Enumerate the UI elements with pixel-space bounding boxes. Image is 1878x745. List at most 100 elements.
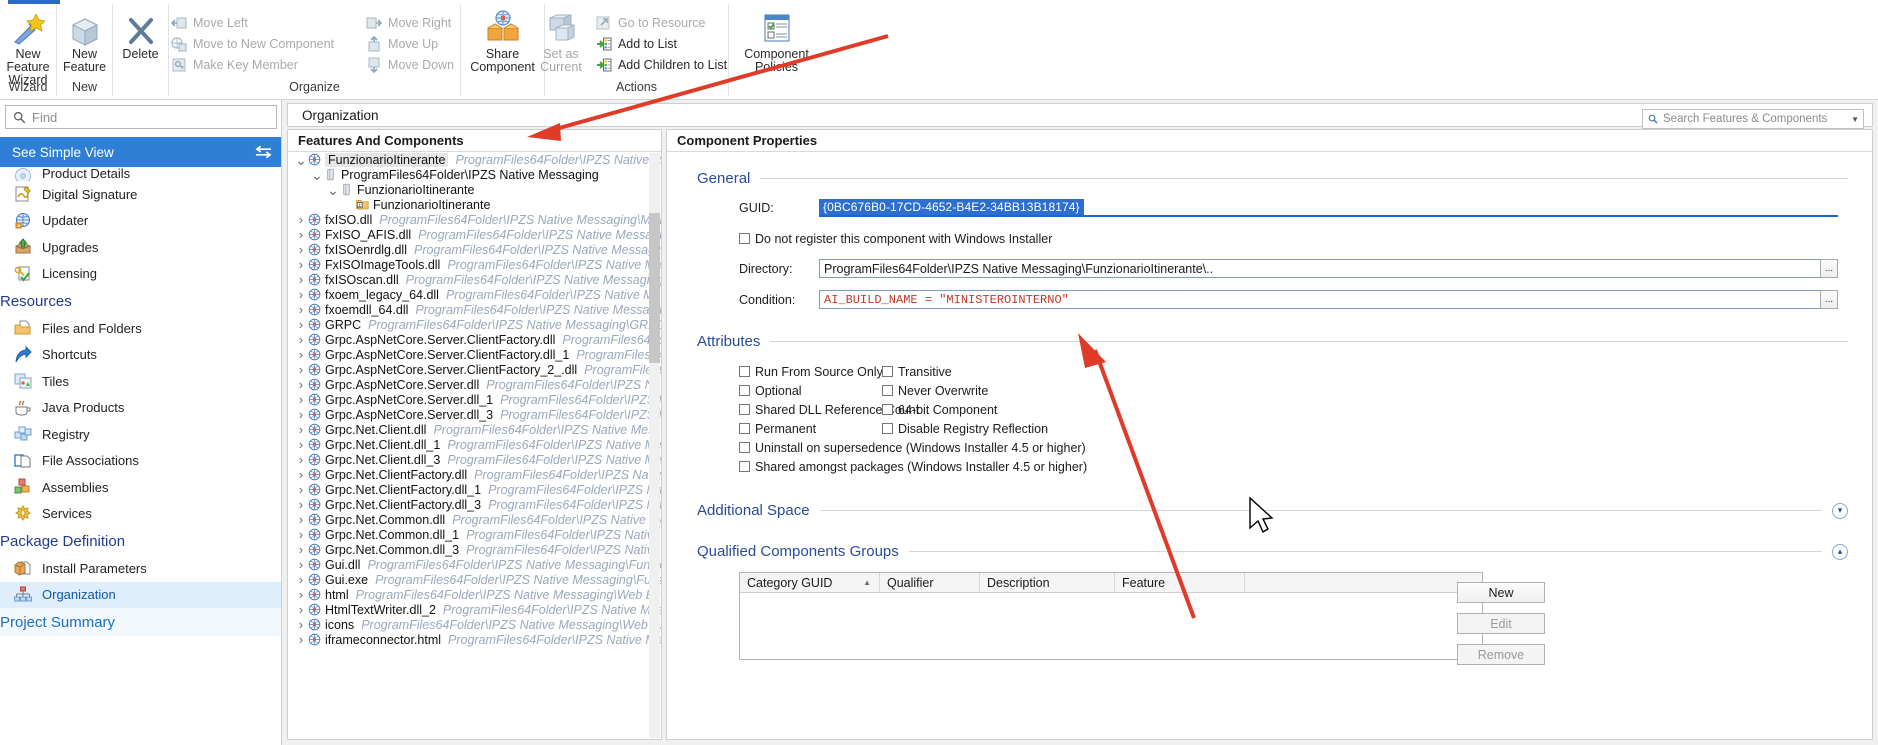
new-button[interactable]: New [1457, 582, 1545, 603]
chevron-right-icon[interactable]: › [294, 542, 308, 557]
tree-row[interactable]: › GRPC ProgramFiles64Folder\IPZS Native Me… [288, 317, 661, 332]
checkbox[interactable] [739, 404, 750, 415]
chevron-right-icon[interactable]: › [294, 377, 308, 392]
qualified-components-table[interactable]: Category GUID ▲ Qualifier Description Featur… [739, 572, 1483, 660]
sidebar-item-registry[interactable]: Registry [0, 421, 281, 448]
chevron-right-icon[interactable]: › [294, 632, 308, 647]
sidebar-item-tiles[interactable]: Tiles [0, 368, 281, 395]
tree-row[interactable]: › Grpc.Net.Common.dll ProgramFiles64Folder… [288, 512, 661, 527]
tree-row[interactable]: › Grpc.AspNetCore.Server.dll_3 ProgramFile… [288, 407, 661, 422]
sidebar-item-install-parameters[interactable]: Install Parameters [0, 555, 281, 582]
attribute-checkbox-row[interactable]: Never Overwrite [882, 381, 1182, 400]
additional-space-section-header[interactable]: Additional Space ▾ [697, 502, 1848, 519]
tree-row[interactable]: › HtmlTextWriter.dll_2 ProgramFiles64Folde… [288, 602, 661, 617]
sidebar-item-file-associations[interactable]: File Associations [0, 448, 281, 475]
chevron-right-icon[interactable]: › [294, 332, 308, 347]
tree-row[interactable]: › fxISOscan.dll ProgramFiles64Folder\IPZS … [288, 272, 661, 287]
table-column-header[interactable]: Feature [1115, 573, 1245, 592]
chevron-right-icon[interactable]: › [294, 452, 308, 467]
tree-row[interactable]: › Grpc.AspNetCore.Server.dll_1 ProgramFile… [288, 392, 661, 407]
directory-input[interactable]: ProgramFiles64Folder\IPZS Native Messagi… [819, 259, 1838, 278]
tree-row[interactable]: › Grpc.Net.Client.dll_1 ProgramFiles64Fold… [288, 437, 661, 452]
new-feature-button[interactable]: New Feature [60, 8, 110, 74]
attribute-checkbox-row[interactable]: Transitive [882, 362, 1182, 381]
go-to-resource-button[interactable]: Go to Resource [596, 14, 733, 32]
qualified-components-section-header[interactable]: Qualified Components Groups ▴ [697, 543, 1848, 560]
tree-row[interactable]: › icons ProgramFiles64Folder\IPZS Native M… [288, 617, 661, 632]
new-feature-wizard-button[interactable]: New Feature Wizard [3, 8, 53, 87]
tree-scrollbar[interactable] [649, 153, 660, 738]
checkbox[interactable] [739, 423, 750, 434]
tree-row[interactable]: › Gui.exe ProgramFiles64Folder\IPZS Native… [288, 572, 661, 587]
sidebar-item-assemblies[interactable]: Assemblies [0, 474, 281, 501]
chevron-right-icon[interactable]: › [294, 572, 308, 587]
find-input[interactable]: Find [5, 105, 277, 129]
tree-row[interactable]: › fxISO.dll ProgramFiles64Folder\IPZS Nati… [288, 212, 661, 227]
sidebar-item-files-and-folders[interactable]: Files and Folders [0, 315, 281, 342]
tree-row[interactable]: › html ProgramFiles64Folder\IPZS Native Me… [288, 587, 661, 602]
sidebar-item-java-products[interactable]: Java Products [0, 395, 281, 422]
condition-browse-button[interactable]: ... [1820, 290, 1838, 309]
tree-row[interactable]: › iframeconnector.html ProgramFiles64Folde… [288, 632, 661, 647]
sidebar-item-upgrades[interactable]: Upgrades [0, 234, 281, 261]
chevron-down-icon[interactable]: ▼ [1851, 115, 1859, 124]
attribute-checkbox-row[interactable]: Shared DLL Reference Count [739, 400, 919, 419]
move-down-button[interactable]: Move Down [366, 56, 460, 74]
tree-row[interactable]: › Gui.dll ProgramFiles64Folder\IPZS Native… [288, 557, 661, 572]
chevron-right-icon[interactable]: › [294, 242, 308, 257]
do-not-register-row[interactable]: Do not register this component with Wind… [739, 229, 1838, 248]
checkbox[interactable] [739, 385, 750, 396]
chevron-right-icon[interactable]: › [294, 212, 308, 227]
additional-space-expand-icon[interactable]: ▾ [1832, 502, 1848, 519]
chevron-right-icon[interactable]: › [294, 347, 308, 362]
tree-row[interactable]: › Grpc.Net.Common.dll_3 ProgramFiles64Fold… [288, 542, 661, 557]
sidebar-item-shortcuts[interactable]: Shortcuts [0, 342, 281, 369]
tree-row[interactable]: › FxISO_AFIS.dll ProgramFiles64Folder\IPZS… [288, 227, 661, 242]
attribute-checkbox-row[interactable]: Optional [739, 381, 882, 400]
checkbox[interactable] [882, 423, 893, 434]
component-policies-button[interactable]: Component Policies [734, 8, 820, 74]
qualified-components-collapse-icon[interactable]: ▴ [1832, 543, 1848, 560]
chevron-right-icon[interactable]: › [294, 407, 308, 422]
chevron-right-icon[interactable]: › [294, 617, 308, 632]
attribute-checkbox-row[interactable]: Disable Registry Reflection [882, 419, 1182, 438]
checkbox[interactable] [739, 442, 750, 453]
make-key-member-button[interactable]: Make Key Member [171, 56, 340, 74]
chevron-down-icon[interactable]: ⌄ [310, 168, 324, 182]
chevron-right-icon[interactable]: › [294, 527, 308, 542]
see-simple-view-button[interactable]: See Simple View [0, 137, 281, 167]
tree-row[interactable]: › Grpc.Net.Client.dll ProgramFiles64Folder… [288, 422, 661, 437]
add-children-to-list-button[interactable]: Add Children to List [596, 56, 733, 74]
add-to-list-button[interactable]: Add to List [596, 35, 733, 53]
attribute-checkbox-row[interactable]: Permanent [739, 419, 882, 438]
tree-row[interactable]: › Grpc.Net.ClientFactory.dll ProgramFiles6… [288, 467, 661, 482]
checkbox[interactable] [739, 461, 750, 472]
chevron-right-icon[interactable]: › [294, 287, 308, 302]
tree-row[interactable]: ⌄ FunzionarioItinerante ProgramFiles64Fold… [288, 152, 661, 167]
sidebar-item-updater[interactable]: Updater [0, 208, 281, 235]
set-as-current-button[interactable]: Set as Current [536, 8, 586, 74]
chevron-right-icon[interactable]: › [294, 587, 308, 602]
chevron-right-icon[interactable]: › [294, 497, 308, 512]
checkbox[interactable] [882, 404, 893, 415]
condition-input[interactable]: AI_BUILD_NAME = "MINISTEROINTERNO" ... [819, 290, 1838, 309]
remove-button[interactable]: Remove [1457, 644, 1545, 665]
tree-row[interactable]: › fxoem_legacy_64.dll ProgramFiles64Folder… [288, 287, 661, 302]
tree-row[interactable]: ⌄ FunzionarioItinerante [288, 182, 661, 197]
sidebar-item-project-summary[interactable]: Project Summary [0, 608, 281, 636]
move-up-button[interactable]: Move Up [366, 35, 460, 53]
chevron-right-icon[interactable]: › [294, 602, 308, 617]
tree-row[interactable]: › Grpc.Net.ClientFactory.dll_3 ProgramFile… [288, 497, 661, 512]
attribute-checkbox-row[interactable]: Run From Source Only [739, 362, 883, 381]
chevron-right-icon[interactable]: › [294, 272, 308, 287]
chevron-right-icon[interactable]: › [294, 557, 308, 572]
chevron-right-icon[interactable]: › [294, 257, 308, 272]
share-component-button[interactable]: Share Component [466, 8, 540, 74]
delete-button[interactable]: Delete [116, 8, 166, 61]
tree-row[interactable]: › Grpc.AspNetCore.Server.ClientFactory.dl… [288, 332, 661, 347]
tree-row[interactable]: › fxISOenrdlg.dll ProgramFiles64Folder\IPZ… [288, 242, 661, 257]
edit-button[interactable]: Edit [1457, 613, 1545, 634]
tree-row[interactable]: › Grpc.AspNetCore.Server.dll ProgramFiles6… [288, 377, 661, 392]
attribute-checkbox-row[interactable]: Shared amongst packages (Windows Install… [739, 457, 1848, 476]
chevron-right-icon[interactable]: › [294, 422, 308, 437]
